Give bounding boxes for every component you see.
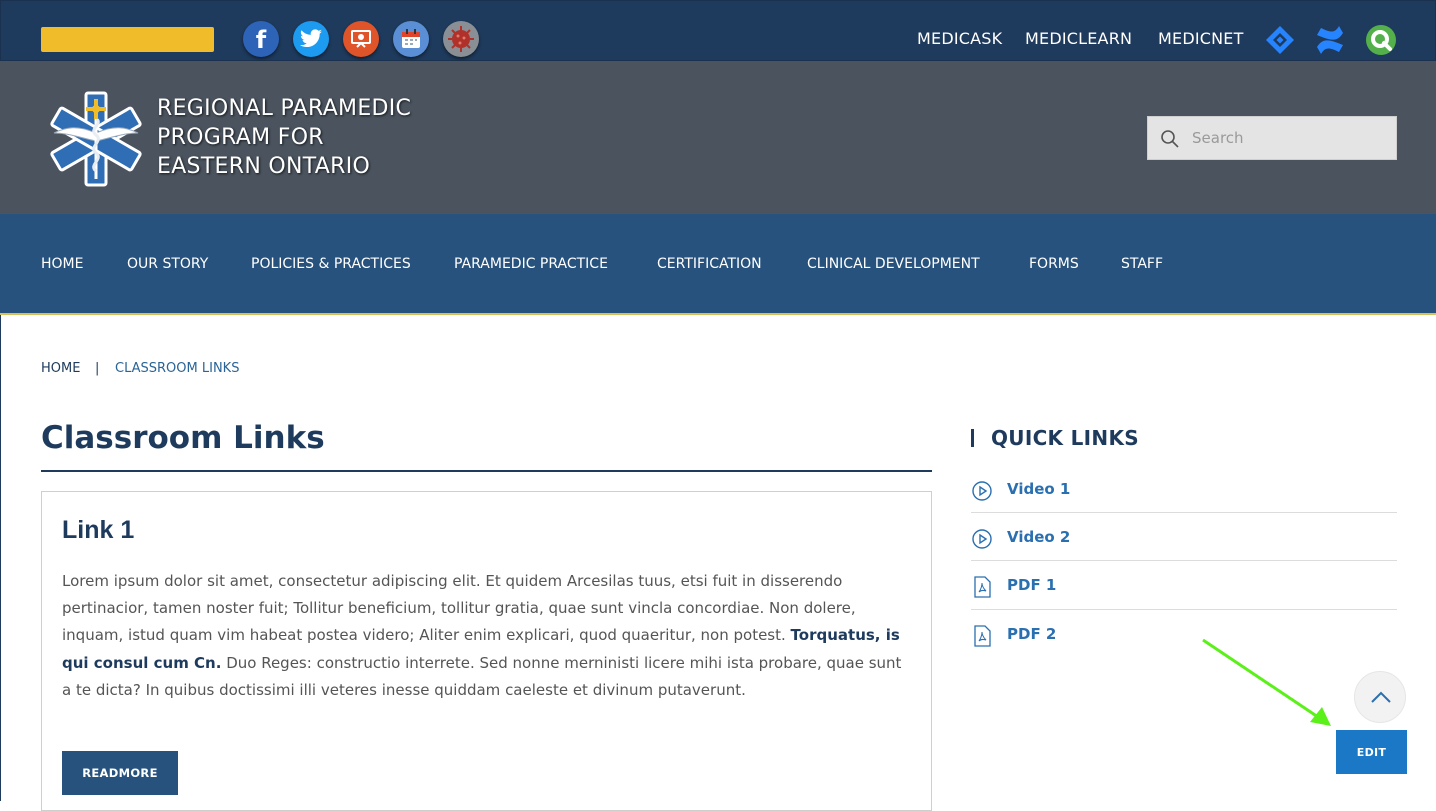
nav-item-home[interactable]: HOME: [41, 256, 83, 272]
top-bar: f MEDICASK MEDICLEARN MEDICNET: [0, 0, 1436, 61]
logo-line-2: PROGRAM FOR: [157, 125, 324, 150]
page-edge-line: [0, 315, 1, 801]
topbar-link-medicask[interactable]: MEDICASK: [917, 29, 1002, 48]
confluence-icon[interactable]: [1314, 24, 1346, 56]
pdf-icon: [974, 576, 991, 598]
quick-link-video-1[interactable]: Video 1: [971, 480, 1397, 528]
breadcrumb-home[interactable]: HOME: [41, 361, 80, 376]
topbar-link-medicnet[interactable]: MEDICNET: [1158, 29, 1244, 48]
pdf-icon: [974, 625, 991, 647]
nav-item-forms[interactable]: FORMS: [1029, 256, 1079, 272]
quick-links-accent-bar: [971, 429, 974, 447]
nav-item-paramedic-practice[interactable]: PARAMEDIC PRACTICE: [454, 256, 608, 272]
logo-line-3: EASTERN ONTARIO: [157, 154, 371, 179]
topbar-link-mediclearn[interactable]: MEDICLEARN: [1025, 29, 1132, 48]
card-title: Link 1: [62, 516, 135, 544]
facebook-icon[interactable]: f: [243, 21, 279, 57]
quick-links-divider: [971, 512, 1397, 513]
quick-links-divider: [971, 609, 1397, 610]
breadcrumb-current: CLASSROOM LINKS: [115, 361, 240, 376]
presentation-icon[interactable]: [343, 21, 379, 57]
card-body: Lorem ipsum dolor sit amet, consectetur …: [62, 568, 912, 704]
svg-text:f: f: [256, 26, 267, 54]
link-card: Link 1 Lorem ipsum dolor sit amet, conse…: [41, 491, 932, 811]
edit-button[interactable]: EDIT: [1336, 730, 1407, 774]
nav-item-policies-practices[interactable]: POLICIES & PRACTICES: [251, 256, 411, 272]
card-body-text-1: Lorem ipsum dolor sit amet, consectetur …: [62, 572, 856, 645]
breadcrumb-separator: |: [95, 361, 100, 376]
site-header: REGIONAL PARAMEDIC PROGRAM FOR EASTERN O…: [0, 61, 1436, 214]
quick-links-title: QUICK LINKS: [991, 426, 1139, 450]
play-circle-icon: [972, 481, 992, 501]
search-input[interactable]: [1192, 117, 1392, 159]
quick-link-label: Video 2: [1007, 528, 1071, 546]
twitter-icon[interactable]: [293, 21, 329, 57]
green-arrow-annotation-icon: [1202, 638, 1331, 726]
quick-link-pdf-1[interactable]: PDF 1: [971, 576, 1397, 624]
scroll-to-top-button[interactable]: [1354, 671, 1406, 723]
star-of-life-logo-icon[interactable]: [48, 89, 144, 189]
logo-line-1: REGIONAL PARAMEDIC: [157, 96, 412, 121]
jira-icon[interactable]: [1264, 24, 1296, 56]
quick-link-label: PDF 2: [1007, 625, 1057, 643]
quick-link-label: Video 1: [1007, 480, 1071, 498]
quick-link-label: PDF 1: [1007, 576, 1057, 594]
main-navigation: HOME OUR STORY POLICIES & PRACTICES PARA…: [0, 214, 1436, 315]
quick-link-video-2[interactable]: Video 2: [971, 528, 1397, 576]
search-box: [1147, 116, 1397, 160]
nav-item-certification[interactable]: CERTIFICATION: [657, 256, 762, 272]
nav-item-staff[interactable]: STAFF: [1121, 256, 1163, 272]
readmore-button[interactable]: READMORE: [62, 751, 178, 795]
nav-item-our-story[interactable]: OUR STORY: [127, 256, 208, 272]
quick-links-divider: [971, 560, 1397, 561]
qlik-icon[interactable]: [1365, 24, 1397, 56]
title-divider: [41, 470, 932, 472]
nav-item-clinical-development[interactable]: CLINICAL DEVELOPMENT: [807, 256, 980, 272]
search-icon: [1161, 130, 1179, 148]
chevron-up-icon: [1371, 691, 1391, 703]
calendar-icon[interactable]: [393, 21, 429, 57]
play-circle-icon: [972, 529, 992, 549]
page-title: Classroom Links: [41, 420, 325, 456]
yellow-banner-placeholder[interactable]: [41, 27, 214, 52]
site-logo-text[interactable]: REGIONAL PARAMEDIC PROGRAM FOR EASTERN O…: [157, 94, 411, 181]
covid-icon[interactable]: [443, 21, 479, 57]
